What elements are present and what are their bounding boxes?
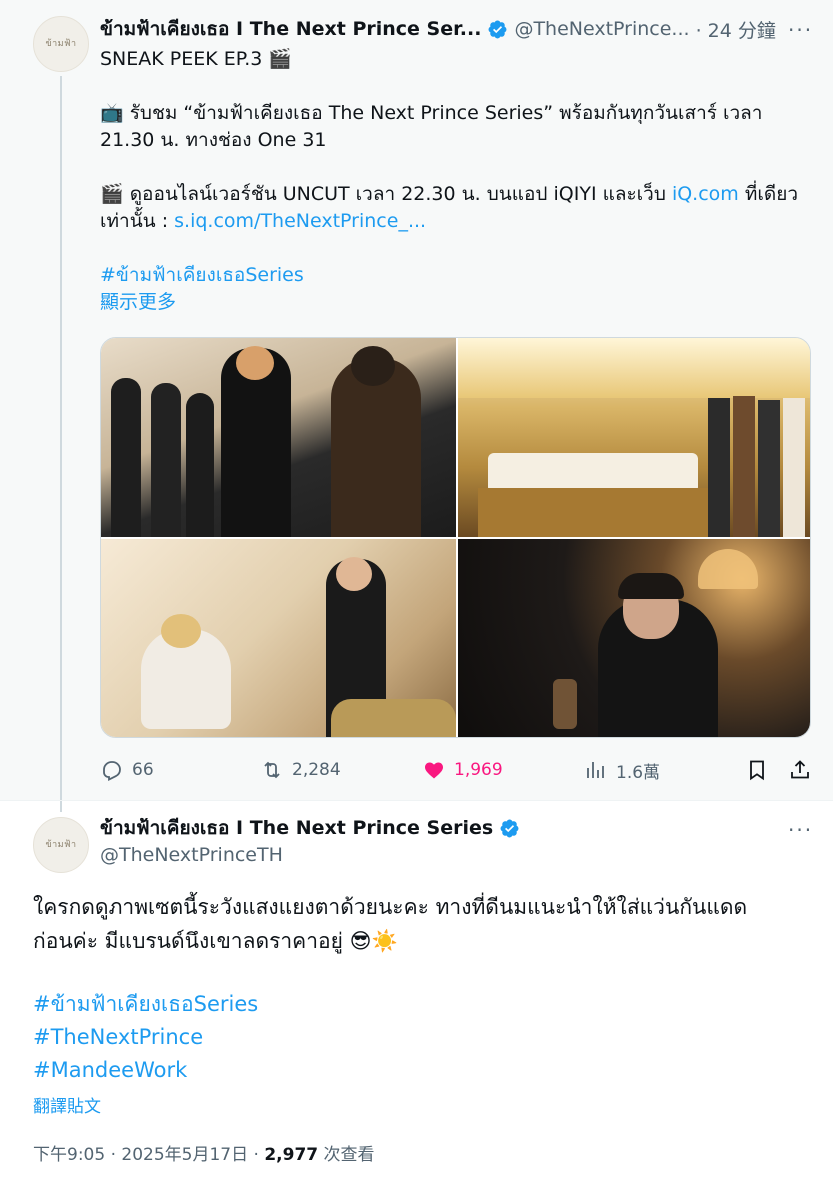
avatar-logo: ข้ามฟ้า (45, 840, 77, 850)
tweet-line-text: เท่านั้น : (100, 210, 175, 232)
author-name[interactable]: ข้ามฟ้าเคียงเธอ I The Next Prince Series (100, 813, 493, 843)
photo-2[interactable] (458, 338, 810, 537)
like-button[interactable]: 1,969 (422, 755, 503, 785)
tweet-line: SNEAK PEEK EP.3 🎬 (100, 48, 293, 70)
verified-badge-icon (488, 20, 507, 38)
views-button[interactable]: 1.6萬 (584, 755, 660, 785)
reply-icon (103, 761, 121, 781)
more-options-icon[interactable]: ··· (788, 20, 813, 40)
retweet-icon (264, 761, 280, 779)
action-bar: 66 2,284 1,969 1.6萬 (100, 755, 811, 785)
author-name[interactable]: ข้ามฟ้าเคียงเธอ I The Next Prince Ser... (100, 14, 481, 44)
tweet-divider (0, 800, 833, 801)
photo-3[interactable] (101, 539, 456, 737)
translate-post-link[interactable]: 翻譯貼文 (33, 1092, 101, 1117)
share-icon (791, 760, 809, 779)
like-count: 1,969 (454, 760, 503, 780)
meta-separator: · (248, 1145, 265, 1165)
views-label: 次查看 (318, 1145, 375, 1165)
tweet-line: ก่อนค่ะ มีแบรนด์นึงเขาลดราคาอยู่ 😎☀️ (33, 929, 398, 953)
heart-filled-icon (425, 762, 443, 779)
verified-badge-icon (500, 819, 519, 837)
retweet-button[interactable]: 2,284 (260, 755, 341, 785)
avatar[interactable]: ข้ามฟ้า (33, 16, 89, 72)
author-handle[interactable]: @TheNextPrinceTH (100, 844, 283, 866)
tweet-line-text: ที่เดียว (738, 183, 799, 205)
tweet-meta: 下午9:05 · 2025年5月17日 · 2,977 次查看 (33, 1140, 375, 1165)
tweet-header: ข้ามฟ้าเคียงเธอ I The Next Prince Ser...… (100, 16, 776, 42)
more-options-icon[interactable]: ··· (788, 820, 813, 840)
hashtag-link[interactable]: #ข้ามฟ้าเคียงเธอSeries (100, 262, 811, 289)
tweet-line: 21.30 น. ทางช่อง One 31 (100, 129, 327, 151)
views-count: 2,977 (264, 1145, 319, 1165)
tweet-line-text: 🎬 ดูออนไลน์เวอร์ชัน UNCUT เวลา 22.30 น. … (100, 183, 672, 205)
tweet-line: ใครกดดูภาพเซตนี้ระวังแสงแยงตาด้วยนะคะ ทา… (33, 895, 748, 919)
reply-count: 66 (132, 760, 154, 780)
hashtag-link[interactable]: #MandeeWork (33, 1054, 258, 1087)
photo-grid (100, 337, 811, 738)
thread-connector-line (60, 76, 62, 812)
views-count: 1.6萬 (616, 762, 661, 783)
tweet-text: ใครกดดูภาพเซตนี้ระวังแสงแยงตาด้วยนะคะ ทา… (33, 890, 813, 958)
iq-link[interactable]: iQ.com (672, 183, 739, 205)
share-button[interactable] (788, 755, 812, 785)
reply-button[interactable]: 66 (100, 755, 154, 785)
tweet-time[interactable]: · 24 分鐘 (696, 16, 776, 43)
avatar-logo: ข้ามฟ้า (45, 39, 77, 49)
tweet-line: เท่านั้น : s.iq.com/TheNextPrince_... (100, 208, 811, 235)
tweet-line: 📺 รับชม “ข้ามฟ้าเคียงเธอ The Next Prince… (100, 102, 763, 124)
hashtag-link[interactable]: #ข้ามฟ้าเคียงเธอSeries (33, 988, 258, 1021)
hashtag-link[interactable]: #TheNextPrince (33, 1021, 258, 1054)
show-more-link[interactable]: 顯示更多 (100, 289, 811, 316)
retweet-count: 2,284 (292, 760, 341, 780)
author-handle[interactable]: @TheNextPrince... (514, 18, 689, 40)
bookmark-button[interactable] (745, 755, 769, 785)
avatar[interactable]: ข้ามฟ้า (33, 817, 89, 873)
short-url-link[interactable]: s.iq.com/TheNextPrince_... (174, 210, 426, 232)
views-chart-icon (587, 762, 604, 778)
tweet-timestamp[interactable]: 下午9:05 · 2025年5月17日 (33, 1145, 248, 1165)
tweet-header: ข้ามฟ้าเคียงเธอ I The Next Prince Series (100, 815, 520, 841)
photo-1[interactable] (101, 338, 456, 537)
bookmark-icon (750, 760, 764, 781)
tweet-text: SNEAK PEEK EP.3 🎬 📺 รับชม “ข้ามฟ้าเคียงเ… (100, 46, 811, 316)
hashtag-list: #ข้ามฟ้าเคียงเธอSeries #TheNextPrince #M… (33, 988, 258, 1087)
tweet-line: 🎬 ดูออนไลน์เวอร์ชัน UNCUT เวลา 22.30 น. … (100, 181, 811, 208)
parent-tweet[interactable]: ข้ามฟ้า ข้ามฟ้าเคียงเธอ I The Next Princ… (0, 0, 833, 812)
photo-4[interactable] (458, 539, 810, 737)
